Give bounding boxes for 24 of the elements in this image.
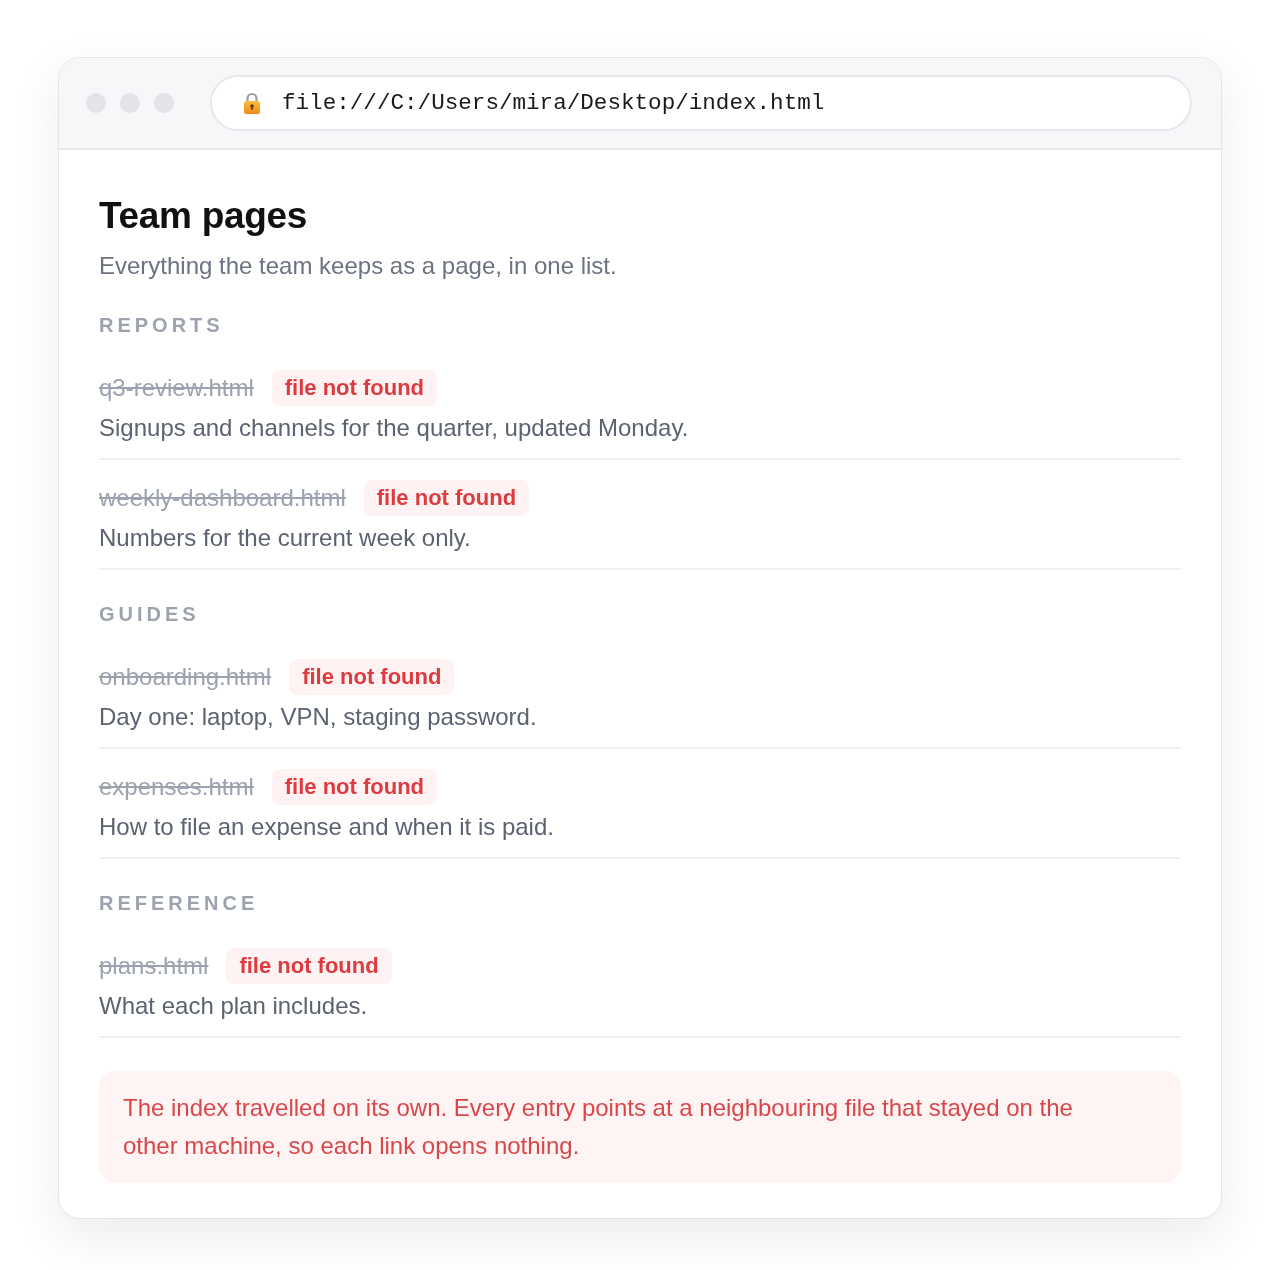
page-subtitle: Everything the team keeps as a page, in one list. — [99, 251, 618, 281]
file-link[interactable]: onboarding.html — [99, 662, 272, 692]
file-description: How to file an expense and when it is paid. — [99, 812, 555, 842]
padlock-icon — [243, 92, 261, 114]
file-description: What each plan includes. — [99, 991, 369, 1021]
file-description: Signups and channels for the quarter, updated Monday. — [99, 413, 690, 443]
file-description: Numbers for the current week only. — [99, 523, 472, 553]
page-title: Team pages — [99, 194, 309, 238]
status-badge: file not found — [271, 370, 438, 406]
file-link[interactable]: plans.html — [99, 951, 209, 981]
status-badge: file not found — [271, 769, 438, 805]
section-heading: GUIDES — [99, 602, 201, 626]
address-bar[interactable]: file:///C:/Users/mira/Desktop/index.html — [210, 75, 1192, 131]
url-text: file:///C:/Users/mira/Desktop/index.html — [282, 90, 825, 116]
warning-notice: The index travelled on its own. Every entry points at a neighbouring file that stayed on the other machine, so each link opens nothing. — [99, 1071, 1181, 1183]
section-heading: REPORTS — [99, 313, 225, 337]
section-heading: REFERENCE — [99, 891, 260, 915]
status-badge: file not found — [363, 480, 530, 516]
status-badge: file not found — [226, 948, 392, 984]
file-description: Day one: laptop, VPN, staging password. — [99, 702, 538, 732]
file-link[interactable]: expenses.html — [99, 772, 254, 802]
file-link[interactable]: q3-review.html — [99, 373, 254, 403]
status-badge: file not found — [289, 659, 455, 695]
file-link[interactable]: weekly-dashboard.html — [99, 483, 346, 513]
